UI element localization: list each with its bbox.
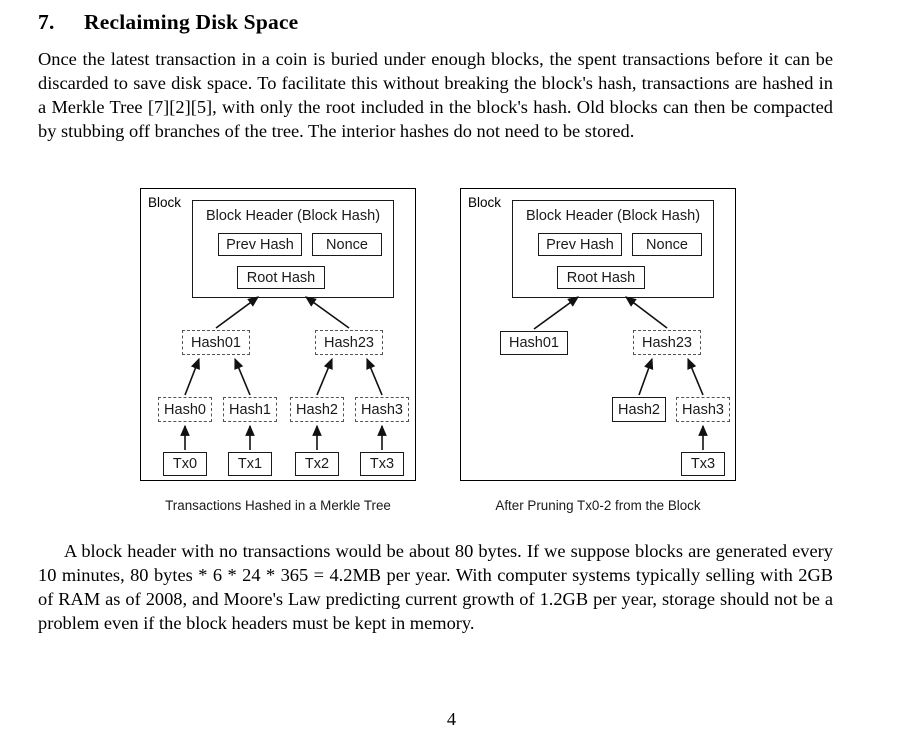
right-figure-caption: After Pruning Tx0-2 from the Block xyxy=(495,498,701,513)
page-number: 4 xyxy=(446,709,457,729)
paragraph-tail: A block header with no transactions woul… xyxy=(38,541,833,634)
document-page: 7. Reclaiming Disk Space Once the latest … xyxy=(0,0,903,739)
